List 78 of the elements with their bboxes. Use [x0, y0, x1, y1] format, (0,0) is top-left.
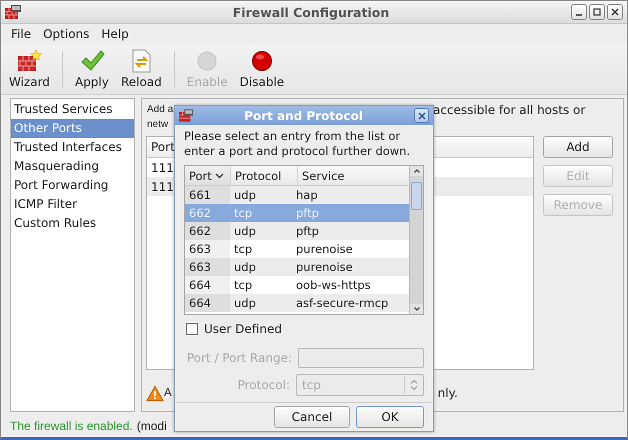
brick-wall-icon: [179, 109, 193, 122]
table-cell-text: udp: [233, 259, 257, 276]
list-row[interactable]: 664 udp asf-secure-rmcp: [185, 294, 409, 312]
table-cell: 664: [185, 294, 230, 312]
checkbox[interactable]: [186, 323, 198, 335]
scrollbar-thumb[interactable]: [411, 182, 422, 210]
table-cell-text: oob-ws-https: [295, 277, 372, 294]
sidebar-item[interactable]: Masquerading: [11, 157, 134, 176]
toolbar-button[interactable]: Wizard: [5, 47, 54, 91]
brick-wall-icon: [5, 5, 21, 19]
dialog-title: Port and Protocol: [243, 108, 364, 122]
list-row[interactable]: 663 udp purenoise: [185, 258, 409, 276]
table-cell: 663: [185, 258, 230, 276]
sidebar-item[interactable]: Trusted Services: [11, 100, 134, 119]
table-cell-text: pftp: [295, 205, 320, 222]
table-cell-text: purenoise: [295, 259, 354, 276]
chevron-down-icon: [214, 172, 224, 178]
list-row[interactable]: 661 udp hap: [185, 186, 409, 204]
sidebar-item[interactable]: Custom Rules: [11, 214, 134, 233]
menu-item[interactable]: File: [11, 27, 32, 41]
list-row[interactable]: 662 udp pftp: [185, 222, 409, 240]
close-button[interactable]: [607, 4, 623, 20]
minimize-button[interactable]: [571, 4, 587, 20]
description-text: Add a: [147, 103, 173, 117]
close-button[interactable]: [414, 108, 429, 123]
status-message: The firewall is enabled.: [10, 419, 133, 433]
list-row[interactable]: 664 tcp oob-ws-https: [185, 276, 409, 294]
sidebar-item[interactable]: Trusted Interfaces: [11, 138, 134, 157]
brick-wall-icon: [16, 49, 42, 73]
table-cell-text: hap: [295, 187, 319, 204]
notice-text: A: [164, 387, 172, 399]
toolbar-button[interactable]: Apply: [70, 47, 113, 91]
table-cell: 111: [151, 180, 174, 194]
table-cell-text: purenoise: [295, 241, 354, 258]
column-header[interactable]: Service: [298, 166, 409, 185]
column-header[interactable]: Port: [185, 166, 231, 185]
toolbar-button[interactable]: Reload: [116, 47, 166, 91]
table-cell: 661: [185, 186, 230, 204]
list-row[interactable]: 663 tcp purenoise: [185, 240, 409, 258]
table-cell-text: tcp: [233, 205, 254, 222]
table-cell-text: tcp: [233, 277, 254, 294]
table-cell-text: asf-secure-rmcp: [295, 295, 390, 312]
field-label: Port / Port Range:: [186, 351, 292, 365]
table-cell-text: udp: [233, 223, 257, 240]
menu-item[interactable]: Options: [43, 27, 90, 41]
menu-item[interactable]: Help: [101, 27, 129, 41]
up-down-arrows-icon: [410, 379, 418, 391]
table-cell: 664: [185, 276, 230, 294]
action-button[interactable]: Add: [543, 136, 613, 158]
maximize-button[interactable]: [589, 4, 605, 20]
dialog-button[interactable]: OK: [356, 406, 424, 428]
checkmark-icon: [78, 49, 105, 73]
sidebar-item[interactable]: ICMP Filter: [11, 195, 134, 214]
table-cell: 663: [185, 240, 230, 258]
table-cell: 662: [185, 222, 230, 240]
close-icon: [611, 8, 619, 16]
table-cell-text: tcp: [233, 241, 254, 258]
notice-text: nly.: [438, 386, 458, 400]
status-note: (modi: [136, 419, 167, 433]
table-cell-text: 662: [188, 205, 212, 222]
scrollbar[interactable]: [409, 166, 423, 314]
close-icon: [418, 112, 426, 120]
window-title: Firewall Configuration: [232, 4, 390, 20]
table-cell-text: pftp: [295, 223, 320, 240]
table-cell-text: udp: [233, 187, 257, 204]
instruction-text: Please select an entry from the list or enter a port and protocol further down.: [184, 129, 412, 159]
description-text: netw: [147, 118, 170, 132]
sidebar-item[interactable]: Port Forwarding: [11, 176, 134, 195]
checkbox-label: User Defined: [204, 322, 282, 336]
warning-icon: [146, 384, 164, 402]
description-text: accessible for all hosts or: [433, 102, 586, 119]
dialog-button[interactable]: Cancel: [274, 406, 350, 428]
toolbar-button[interactable]: Disable: [236, 47, 288, 91]
column-header[interactable]: Protocol: [231, 166, 298, 185]
field-label: Protocol:: [238, 378, 290, 392]
maximize-icon: [593, 8, 601, 16]
column-header[interactable]: Port: [147, 140, 175, 154]
table-cell-text: udp: [233, 295, 257, 312]
